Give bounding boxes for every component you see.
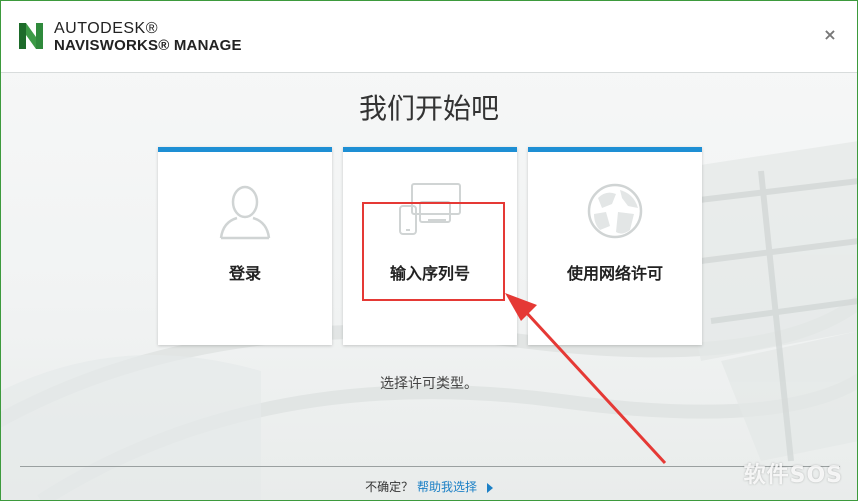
header-bar: AUTODESK® NAVISWORKS® MANAGE × xyxy=(1,1,857,73)
page-title: 我们开始吧 xyxy=(358,92,499,125)
devices-icon xyxy=(399,183,461,235)
help-me-choose-link[interactable]: 帮助我选择 xyxy=(417,480,477,494)
login-card-label: 登录 xyxy=(228,264,261,283)
unsure-prompt: 不确定？ xyxy=(365,480,414,494)
brand-product-name: NAVISWORKS® MANAGE xyxy=(54,37,242,54)
network-license-card[interactable]: 使用网络许可 xyxy=(528,147,702,345)
watermark: 软件SOS xyxy=(743,463,843,488)
navisworks-n-logo-icon xyxy=(19,23,43,49)
serial-number-card[interactable]: 输入序列号 xyxy=(343,147,517,345)
brand-autodesk: AUTODESK® xyxy=(54,20,159,37)
play-arrow-icon[interactable] xyxy=(486,482,493,493)
license-dialog-window: AUTODESK® NAVISWORKS® MANAGE × 我们开始吧 登录 … xyxy=(0,0,858,501)
serial-number-card-label: 输入序列号 xyxy=(389,264,470,283)
footer-divider xyxy=(20,466,840,467)
user-icon xyxy=(219,185,271,240)
network-license-card-label: 使用网络许可 xyxy=(566,264,663,283)
license-type-prompt: 选择许可类型。 xyxy=(380,376,478,392)
globe-icon xyxy=(587,183,643,239)
close-icon[interactable]: × xyxy=(823,27,837,43)
footer: 不确定？ 帮助我选择 xyxy=(1,478,857,495)
login-card[interactable]: 登录 xyxy=(158,147,332,345)
